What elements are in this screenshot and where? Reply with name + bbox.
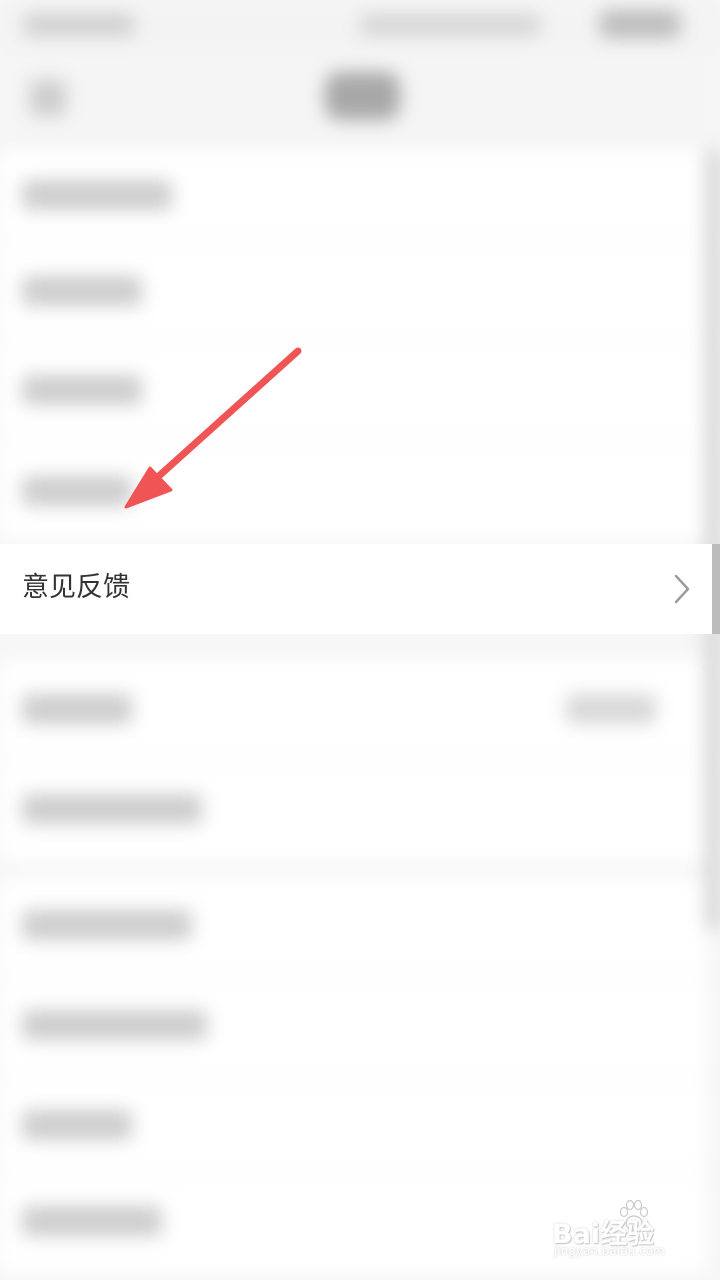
settings-row-label: [22, 476, 132, 506]
settings-row[interactable]: [0, 762, 706, 863]
status-bar: [0, 0, 720, 50]
battery-icon: [600, 10, 680, 38]
page-title: [325, 72, 400, 120]
settings-row-label: [22, 910, 192, 940]
settings-row-value: [566, 694, 656, 724]
settings-screen: 意见反馈 Bai经验 jingyan.baidu.com: [0, 0, 720, 1280]
settings-row-label: [22, 1110, 132, 1140]
settings-row[interactable]: [0, 342, 706, 439]
nav-bar: [0, 50, 720, 150]
chevron-right-icon: [674, 574, 690, 604]
settings-row-label: [22, 694, 132, 724]
back-icon[interactable]: [30, 80, 66, 116]
settings-row-label: [22, 375, 142, 405]
watermark-url: jingyan.baidu.com: [554, 1244, 665, 1258]
settings-row[interactable]: [0, 440, 706, 541]
settings-row-label: [22, 1010, 207, 1040]
status-bar-indicators: [360, 14, 540, 36]
scrollbar-thumb[interactable]: [712, 544, 720, 634]
settings-row[interactable]: [0, 150, 706, 241]
feedback-menu-item[interactable]: 意见反馈: [0, 544, 712, 634]
blurred-background: [0, 0, 720, 1280]
settings-row-label: [22, 180, 172, 210]
settings-row[interactable]: [0, 1080, 706, 1173]
settings-row-label: [22, 794, 202, 824]
status-bar-time: [24, 14, 134, 36]
settings-row[interactable]: [0, 660, 706, 761]
settings-row[interactable]: [0, 880, 706, 977]
baidu-watermark: Bai经验 jingyan.baidu.com: [552, 1198, 702, 1268]
settings-row[interactable]: [0, 242, 706, 341]
settings-row-label: [22, 1206, 162, 1236]
feedback-label: 意见反馈: [22, 572, 130, 603]
settings-row-label: [22, 276, 142, 306]
scrollbar[interactable]: [706, 150, 720, 930]
settings-row[interactable]: [0, 978, 706, 1079]
